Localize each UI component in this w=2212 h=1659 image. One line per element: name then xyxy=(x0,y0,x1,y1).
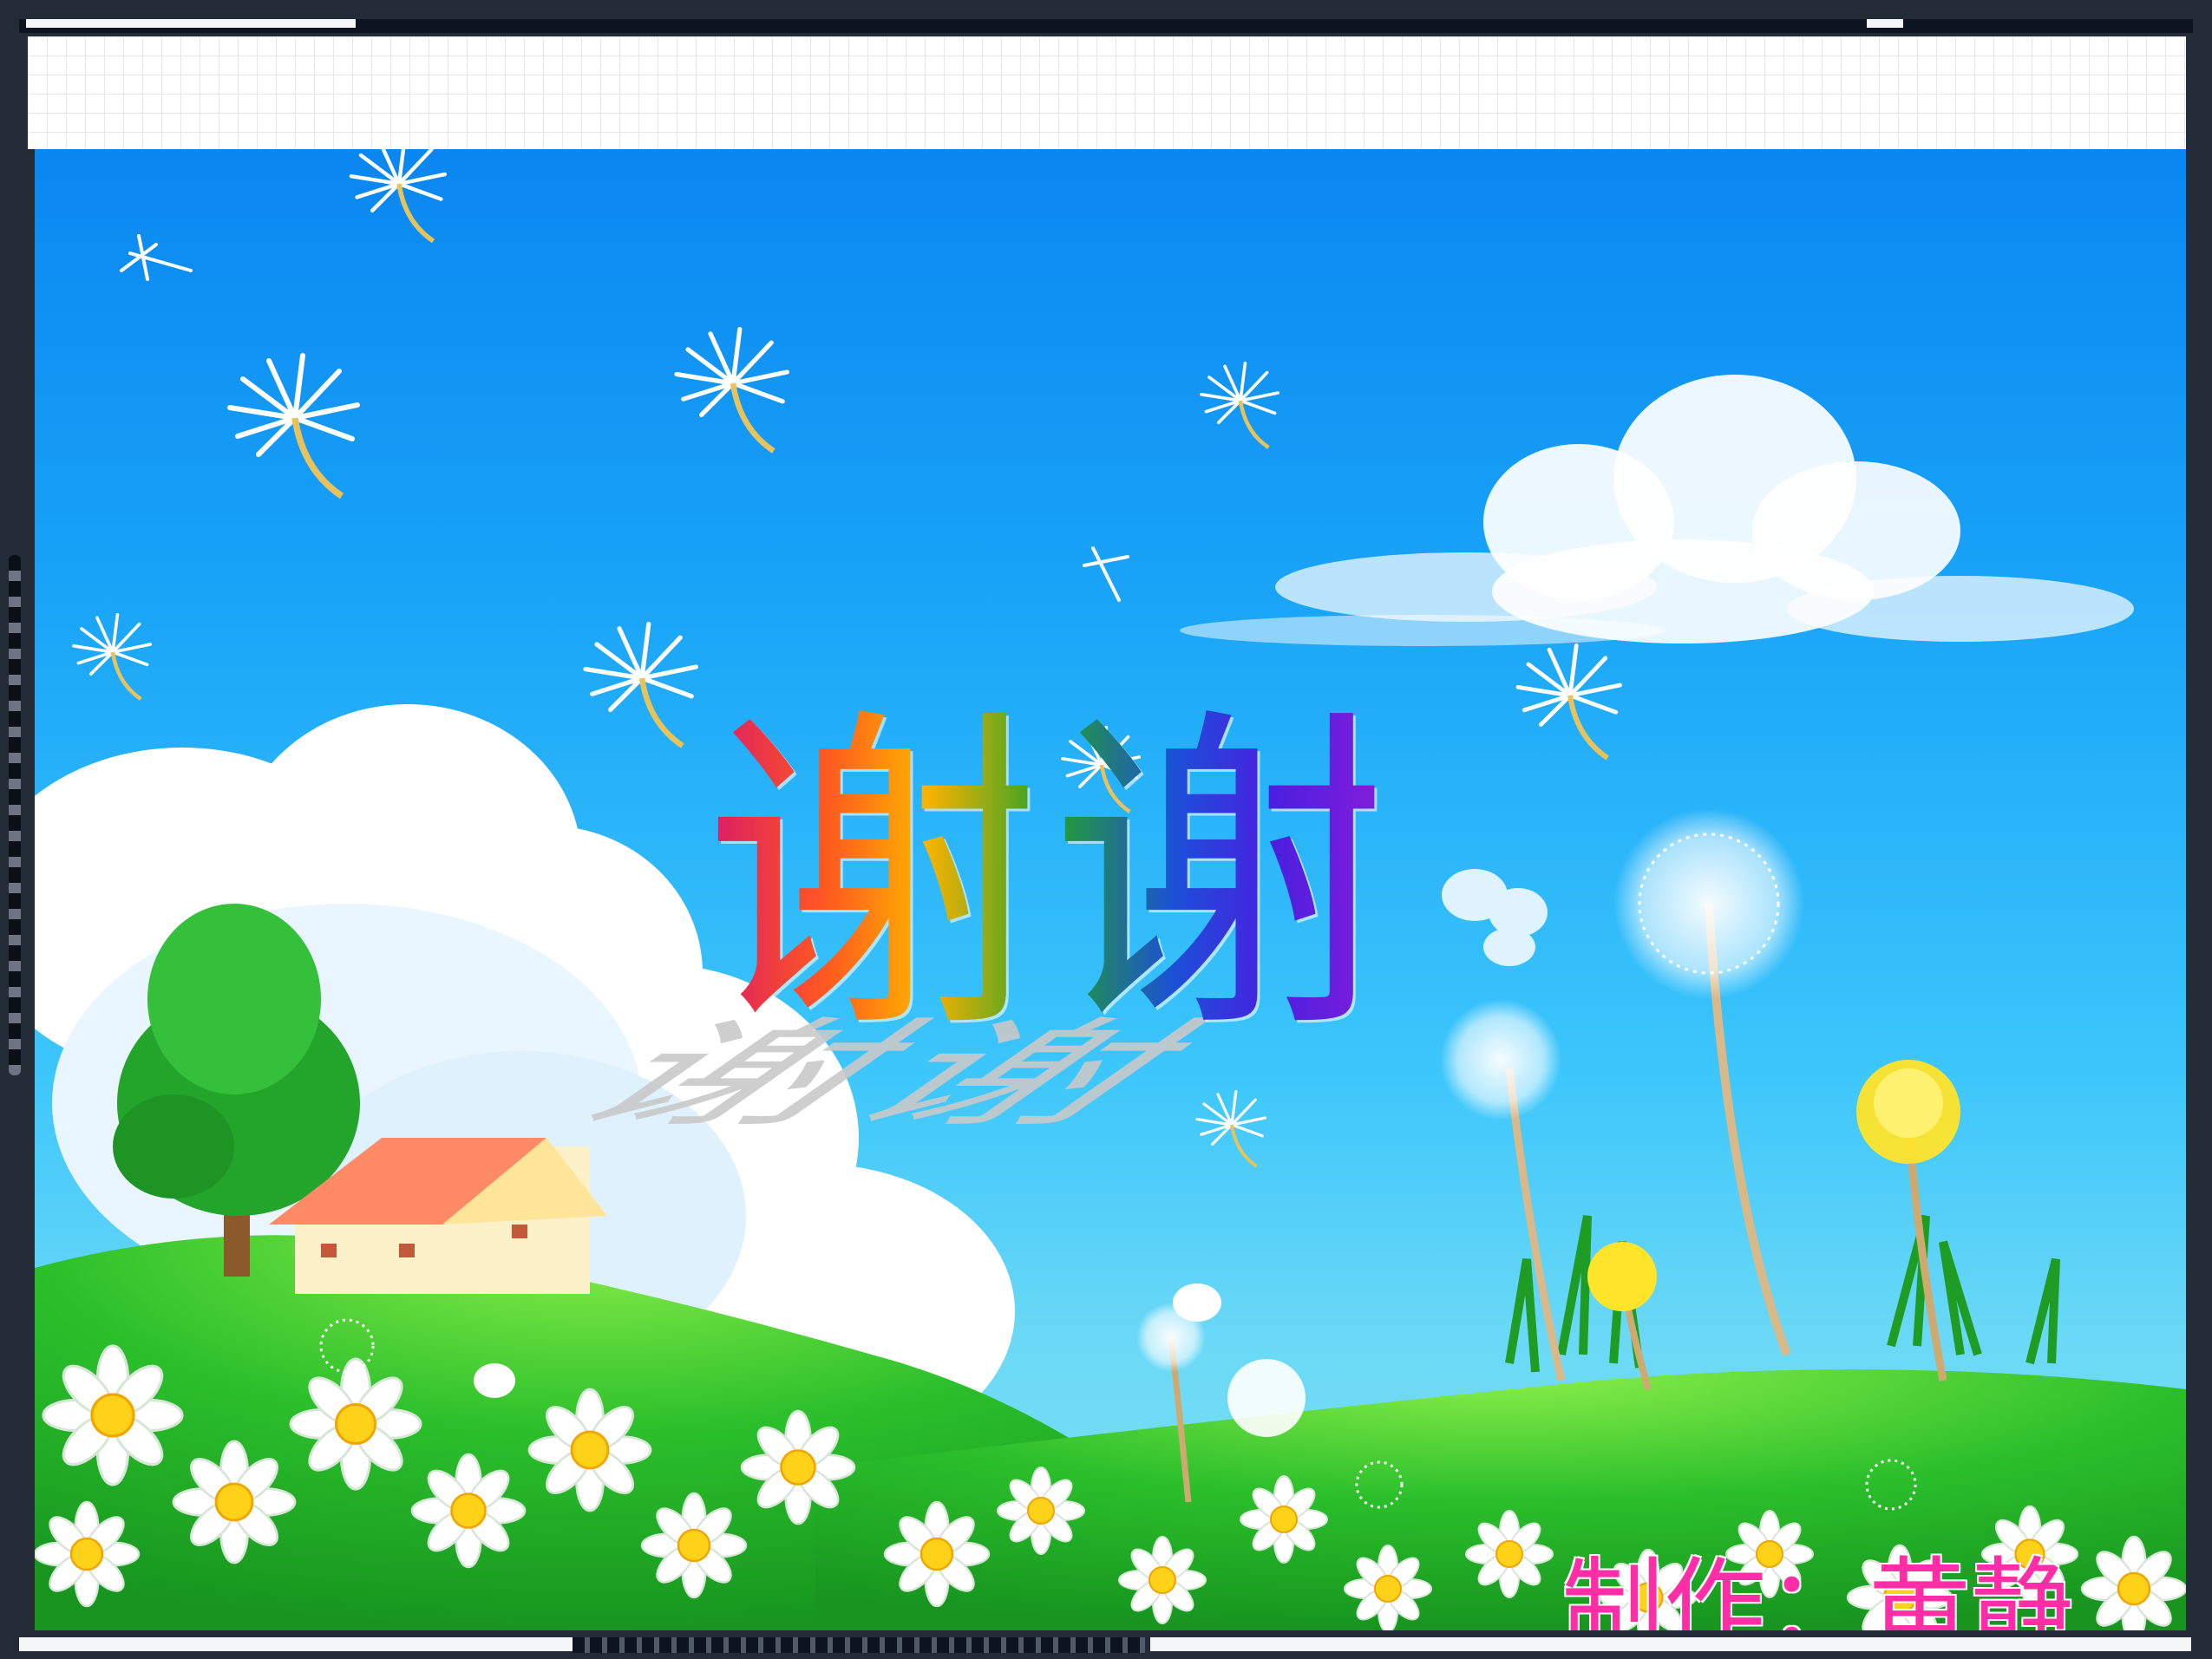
frame-top-highlight-left xyxy=(26,19,356,28)
thank-you-title-group: 谢谢 谢谢 xyxy=(522,681,1466,1294)
cloud-icon xyxy=(1180,375,2134,646)
author-credit: 制作：黄静 xyxy=(1561,1545,2169,1630)
frame-bottom-dotted-strip xyxy=(573,1637,1145,1653)
frame-bottom-highlight-right xyxy=(1150,1637,2191,1651)
credit-name: 黄静 xyxy=(1868,1546,2074,1630)
slide-scene: 谢谢 谢谢 制作：黄静 xyxy=(35,149,2186,1630)
frame-left-dotted-strip xyxy=(9,555,21,1075)
frame-top-highlight-right xyxy=(1867,19,1903,28)
grid-paper-header xyxy=(28,36,2186,149)
frame-bottom-highlight-left xyxy=(19,1637,574,1651)
credit-label: 制作： xyxy=(1561,1546,1869,1630)
thank-you-title: 谢谢 xyxy=(703,681,1397,1074)
